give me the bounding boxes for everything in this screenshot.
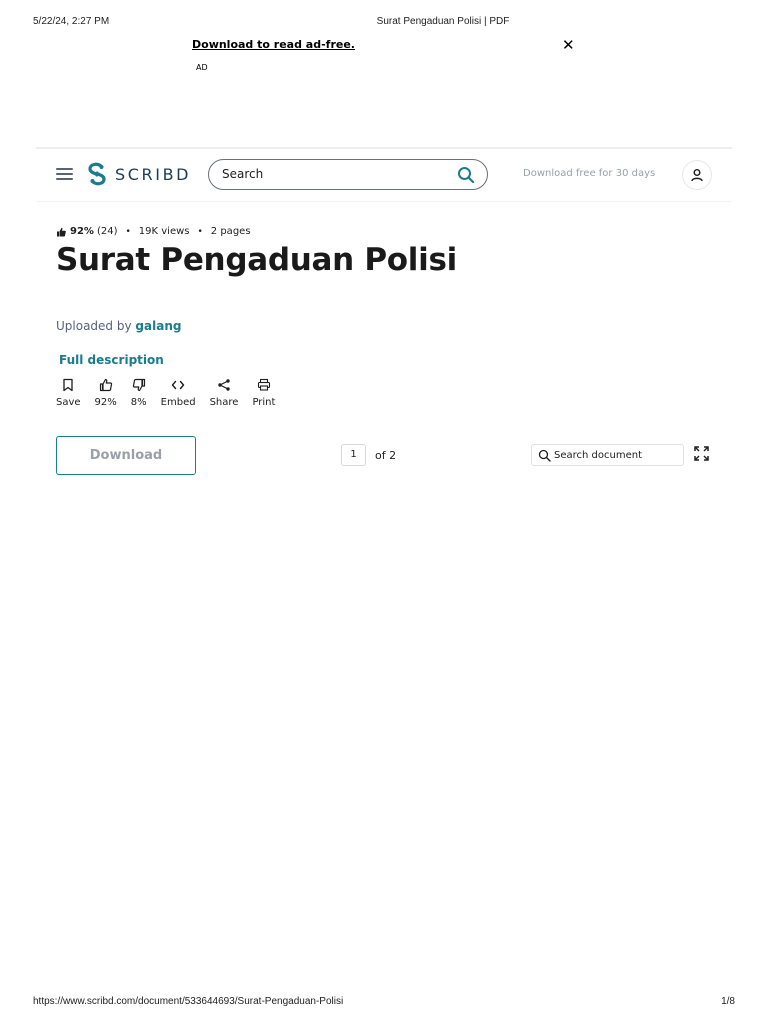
embed-button[interactable]: Embed xyxy=(161,378,196,408)
ad-free-link[interactable]: Download to read ad-free. xyxy=(192,38,355,51)
uploaded-by: Uploaded by galang xyxy=(56,319,181,333)
view-count: 19K views xyxy=(138,226,190,237)
downvote-label: 8% xyxy=(130,397,147,408)
print-footer-url: https://www.scribd.com/document/53364469… xyxy=(33,996,344,1007)
print-label: Print xyxy=(252,397,276,408)
code-icon xyxy=(171,380,185,390)
upvote-label: 92% xyxy=(94,397,117,408)
search-bar[interactable] xyxy=(208,159,488,190)
thumbs-down-icon xyxy=(132,378,145,392)
downvote-button[interactable]: 8% xyxy=(131,378,147,408)
embed-label: Embed xyxy=(160,397,196,408)
upvote-button[interactable]: 92% xyxy=(95,378,117,408)
thumbs-up-icon xyxy=(99,378,112,392)
document-actions: Save 92% 8% Embed Share Print xyxy=(56,378,289,408)
search-input[interactable] xyxy=(222,167,442,181)
thumbs-up-filled-icon xyxy=(57,227,66,236)
document-stats: 92% (24) • 19K views • 2 pages xyxy=(56,226,251,237)
separator-dot: • xyxy=(197,226,203,237)
document-search[interactable] xyxy=(531,444,684,466)
logo-text: SCRIBD xyxy=(115,164,192,184)
fullscreen-icon[interactable] xyxy=(694,446,709,461)
document-search-input[interactable] xyxy=(554,449,679,461)
separator-dot: • xyxy=(125,226,131,237)
scribd-logo[interactable]: SCRIBD xyxy=(87,162,191,186)
ad-label: AD xyxy=(196,63,208,72)
bookmark-icon xyxy=(63,378,73,392)
share-icon xyxy=(218,379,230,391)
page-count: 2 pages xyxy=(210,226,251,237)
full-description-link[interactable]: Full description xyxy=(59,353,164,367)
close-icon[interactable]: ✕ xyxy=(562,36,575,54)
share-button[interactable]: Share xyxy=(209,378,239,408)
scribd-logo-icon xyxy=(88,162,106,186)
download-button[interactable]: Download xyxy=(56,436,196,475)
print-page-title: Surat Pengaduan Polisi | PDF xyxy=(376,16,510,27)
user-account-button[interactable] xyxy=(682,160,712,190)
print-button[interactable]: Print xyxy=(252,378,275,408)
hamburger-icon[interactable] xyxy=(56,168,73,180)
page-number-input[interactable]: 1 xyxy=(341,444,366,466)
search-icon xyxy=(538,449,551,462)
rating-percent: 92% xyxy=(70,226,94,237)
search-icon[interactable] xyxy=(457,166,475,184)
save-button[interactable]: Save xyxy=(56,378,81,408)
print-icon xyxy=(257,378,270,391)
print-footer-page-number: 1/8 xyxy=(721,996,735,1007)
page-total: of 2 xyxy=(375,449,397,462)
uploader-link[interactable]: galang xyxy=(135,319,181,333)
rating-count: (24) xyxy=(96,226,118,237)
document-title: Surat Pengaduan Polisi xyxy=(56,242,457,278)
share-label: Share xyxy=(209,397,239,408)
uploaded-by-label: Uploaded by xyxy=(56,319,132,333)
user-icon xyxy=(691,169,703,182)
save-label: Save xyxy=(56,397,81,408)
download-free-trial-link[interactable]: Download free for 30 days xyxy=(523,168,655,179)
